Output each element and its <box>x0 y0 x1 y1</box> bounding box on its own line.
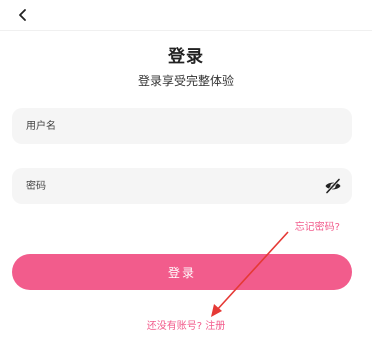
chevron-left-icon <box>19 9 26 21</box>
back-button[interactable] <box>12 4 34 26</box>
login-button[interactable]: 登录 <box>12 254 352 290</box>
login-page: 登录 登录享受完整体验 忘记密码? 登录 还没有账号? 注册 <box>0 0 372 340</box>
eye-off-icon <box>325 178 341 194</box>
password-visibility-toggle[interactable] <box>324 177 342 195</box>
forgot-password-link[interactable]: 忘记密码? <box>295 218 340 233</box>
page-subtitle: 登录享受完整体验 <box>137 74 234 88</box>
register-prompt: 还没有账号? <box>146 321 203 332</box>
top-bar <box>0 0 372 31</box>
username-field-container <box>12 107 352 145</box>
register-row: 还没有账号? 注册 <box>0 317 372 332</box>
register-link[interactable]: 注册 <box>205 321 225 332</box>
page-title: 登录 <box>168 47 204 67</box>
password-input[interactable] <box>12 167 318 205</box>
username-input[interactable] <box>12 107 318 145</box>
password-field-container <box>12 167 352 205</box>
